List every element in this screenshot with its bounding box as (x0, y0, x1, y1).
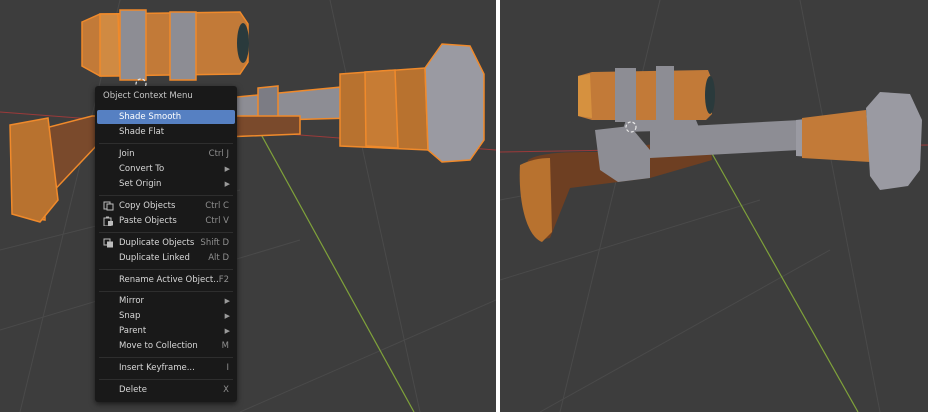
menu-item-shortcut: I (226, 363, 229, 373)
menu-item-label: Convert To (119, 164, 165, 174)
menu-separator (99, 379, 233, 380)
menu-item-label: Rename Active Object... (119, 275, 222, 285)
menu-item-shortcut: Ctrl V (205, 216, 229, 226)
submenu-arrow-icon: ▶ (224, 327, 230, 335)
viewport-left-scene (0, 0, 496, 412)
menu-item-shortcut: Ctrl C (205, 201, 229, 211)
menu-item-shortcut: X (223, 385, 229, 395)
submenu-arrow-icon: ▶ (224, 312, 230, 320)
paste-icon (103, 216, 113, 226)
menu-item-convert-to[interactable]: Convert To ▶ (97, 162, 235, 176)
menu-item-set-origin[interactable]: Set Origin ▶ (97, 177, 235, 191)
menu-item-duplicate-linked[interactable]: Duplicate Linked Alt D (97, 251, 235, 265)
menu-item-snap[interactable]: Snap ▶ (97, 309, 235, 323)
viewport-right-scene (500, 0, 928, 412)
submenu-arrow-icon: ▶ (224, 297, 230, 305)
menu-item-shade-smooth[interactable]: Shade Smooth (97, 110, 235, 124)
menu-item-shortcut: Shift D (200, 238, 229, 248)
menu-item-label: Shade Smooth (119, 112, 182, 122)
menu-item-label: Shade Flat (119, 127, 165, 137)
menu-separator (99, 232, 233, 233)
submenu-arrow-icon: ▶ (224, 165, 230, 173)
object-context-menu: Object Context Menu Shade Smooth Shade F… (95, 86, 237, 402)
menu-item-mirror[interactable]: Mirror ▶ (97, 294, 235, 308)
menu-item-label: Move to Collection (119, 341, 198, 351)
copy-icon (103, 201, 114, 211)
menu-item-parent[interactable]: Parent ▶ (97, 324, 235, 338)
menu-item-label: Mirror (119, 296, 145, 306)
menu-item-label: Set Origin (119, 179, 162, 189)
menu-item-label: Duplicate Objects (119, 238, 195, 248)
menu-item-delete[interactable]: Delete X (97, 383, 235, 397)
menu-item-label: Insert Keyframe... (119, 363, 195, 373)
menu-item-copy-objects[interactable]: Copy Objects Ctrl C (97, 199, 235, 213)
menu-item-label: Parent (119, 326, 147, 336)
menu-item-insert-keyframe[interactable]: Insert Keyframe... I (97, 361, 235, 375)
menu-separator (99, 143, 233, 144)
menu-item-label: Duplicate Linked (119, 253, 190, 263)
menu-item-label: Copy Objects (119, 201, 176, 211)
menu-item-shortcut: Ctrl J (208, 149, 229, 159)
y-axis-line (251, 117, 415, 412)
menu-item-paste-objects[interactable]: Paste Objects Ctrl V (97, 214, 235, 228)
duplicate-icon (103, 238, 113, 248)
menu-item-label: Delete (119, 385, 147, 395)
viewport-left[interactable]: Object Context Menu Shade Smooth Shade F… (0, 0, 496, 412)
menu-separator (99, 269, 233, 270)
context-menu-title: Object Context Menu (103, 91, 193, 101)
menu-item-move-to-collection[interactable]: Move to Collection M (97, 339, 235, 353)
menu-item-rename-active-object[interactable]: Rename Active Object... F2 (97, 273, 235, 287)
menu-item-shortcut: F2 (218, 275, 229, 285)
menu-item-shortcut: M (221, 341, 229, 351)
viewport-right[interactable] (500, 0, 928, 412)
menu-item-shortcut: Alt D (208, 253, 229, 263)
menu-item-duplicate-objects[interactable]: Duplicate Objects Shift D (97, 236, 235, 250)
menu-item-join[interactable]: Join Ctrl J (97, 147, 235, 161)
menu-item-label: Join (119, 149, 135, 159)
menu-separator (99, 195, 233, 196)
menu-item-label: Paste Objects (119, 216, 177, 226)
submenu-arrow-icon: ▶ (224, 180, 230, 188)
menu-separator (99, 291, 233, 292)
menu-item-shade-flat[interactable]: Shade Flat (97, 125, 235, 139)
y-axis-line (709, 149, 859, 412)
menu-separator (99, 357, 233, 358)
menu-item-label: Snap (119, 311, 141, 321)
